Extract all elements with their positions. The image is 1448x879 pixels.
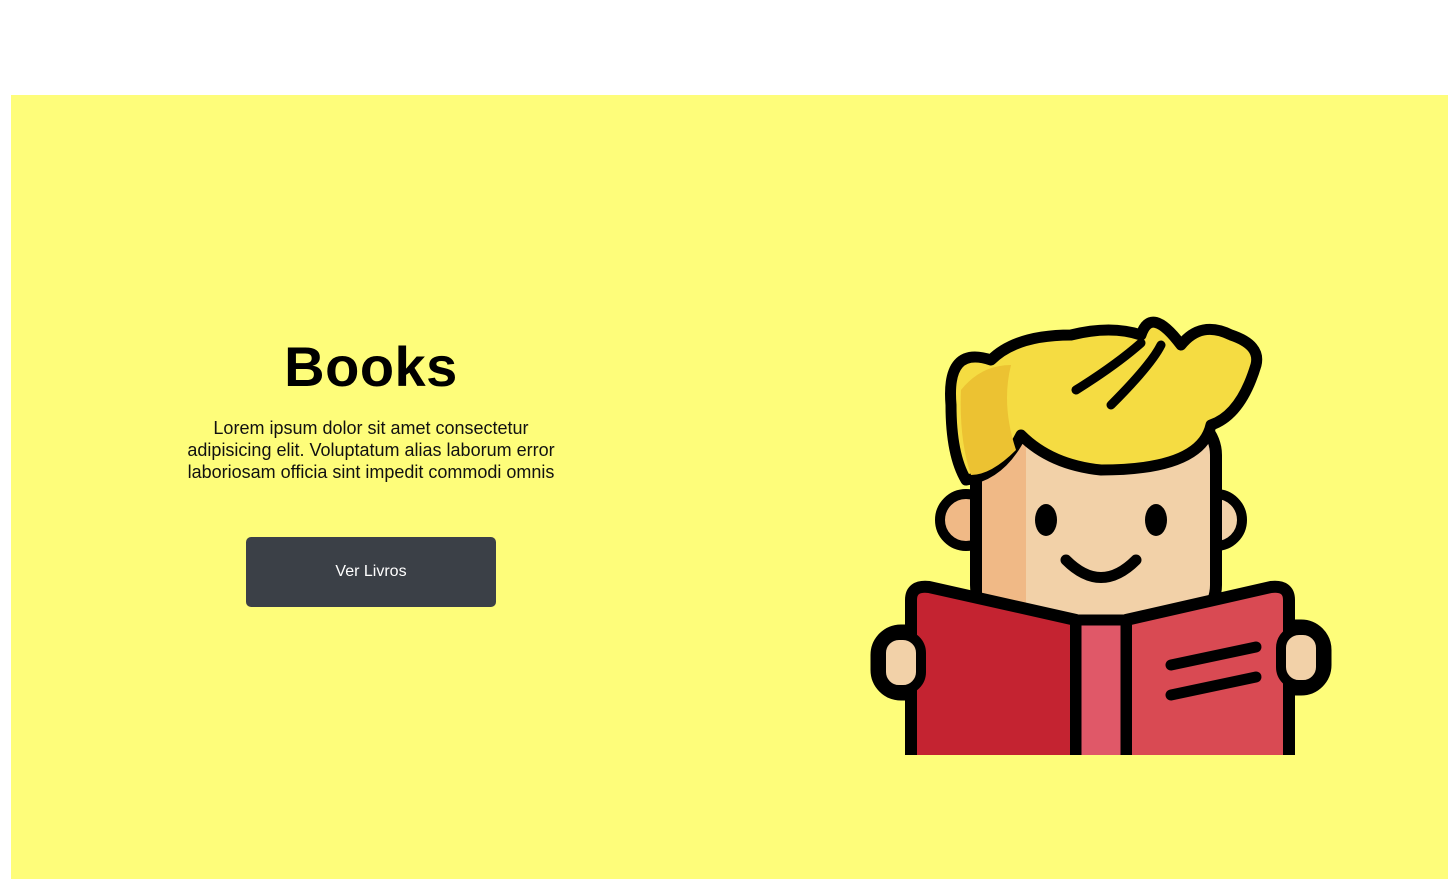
- hero-title: Books: [284, 335, 458, 398]
- ver-livros-button[interactable]: Ver Livros: [246, 537, 496, 607]
- hero-description: Lorem ipsum dolor sit amet consectetur a…: [187, 418, 555, 482]
- hero-text-block: Books Lorem ipsum dolor sit amet consect…: [171, 335, 571, 483]
- boy-reading-book-icon: [870, 316, 1332, 755]
- hero-section: Books Lorem ipsum dolor sit amet consect…: [11, 95, 1448, 879]
